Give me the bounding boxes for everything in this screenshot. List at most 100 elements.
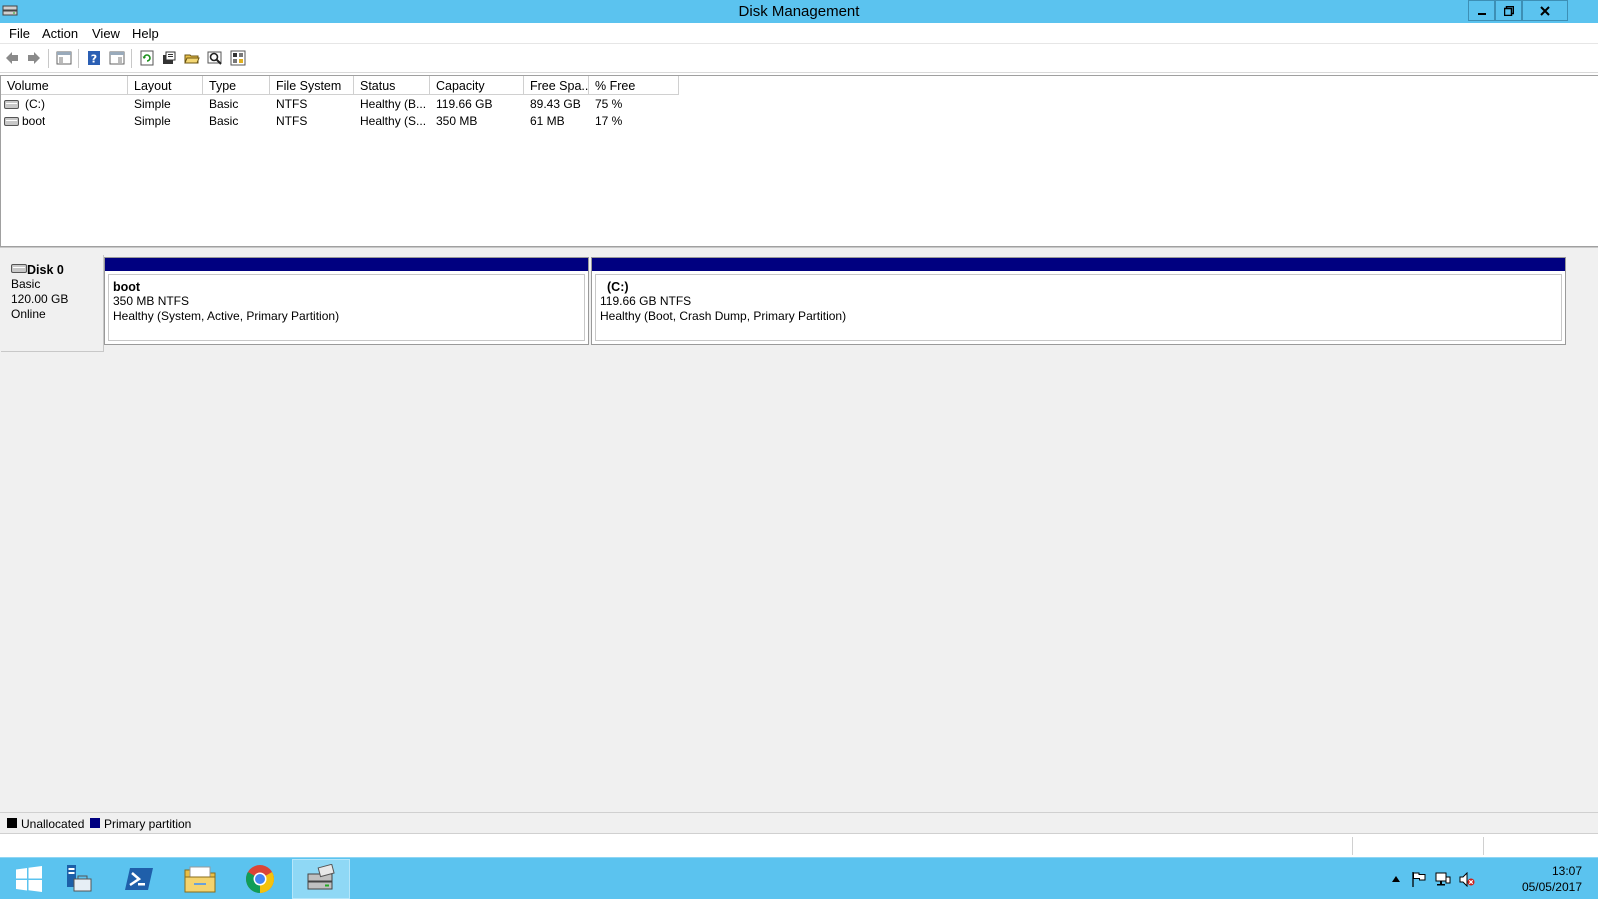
volume-drive-icon [4, 117, 19, 126]
show-hide-console-tree-button[interactable] [55, 49, 73, 67]
settings-button[interactable] [229, 49, 247, 67]
show-hide-action-pane-button[interactable] [108, 49, 126, 67]
menu-file[interactable]: File [9, 26, 30, 41]
chrome-icon [246, 865, 274, 893]
partition-size: 119.66 GB NTFS [600, 294, 692, 308]
volume-free-space: 89.43 GB [530, 97, 581, 111]
primary-partition-swatch [90, 818, 100, 828]
column-header-file-system[interactable]: File System [270, 76, 354, 95]
folder-icon [184, 866, 216, 893]
flag-icon [1412, 871, 1426, 887]
partition-name: boot [113, 280, 141, 294]
column-header-type[interactable]: Type [203, 76, 270, 95]
volume-file-system: NTFS [276, 97, 308, 111]
partition-details: boot 350 MB NTFS Healthy (System, Active… [108, 274, 585, 341]
column-header-free-space[interactable]: Free Spa... [524, 76, 589, 95]
disk-management-icon [307, 864, 335, 890]
status-bar-separator [1483, 837, 1484, 855]
partition-status: Healthy (System, Active, Primary Partiti… [113, 309, 340, 323]
properties-icon [163, 51, 176, 64]
close-button[interactable] [1522, 0, 1568, 21]
column-header-capacity[interactable]: Capacity [430, 76, 524, 95]
close-icon [1540, 5, 1550, 16]
forward-button[interactable] [25, 49, 43, 67]
table-row[interactable]: boot Simple Basic NTFS Healthy (S... 350… [1, 113, 1598, 130]
status-bar [0, 833, 1598, 857]
disk-size: 120.00 GB [11, 292, 69, 306]
clock[interactable]: 13:07 05/05/2017 [1522, 863, 1582, 895]
toolbar-separator [78, 49, 79, 68]
disk-0-label[interactable]: Disk 0 Basic 120.00 GB Online [1, 255, 104, 352]
volume-file-system: NTFS [276, 114, 308, 128]
powershell-icon [125, 868, 153, 890]
disk-name: Disk 0 [27, 263, 64, 277]
volume-name: boot [22, 114, 46, 128]
status-bar-separator [1352, 837, 1353, 855]
minimize-button[interactable] [1468, 0, 1495, 21]
graphical-disk-view: Disk 0 Basic 120.00 GB Online boot 350 M… [0, 251, 1598, 812]
chrome-app[interactable] [231, 859, 289, 899]
help-icon: ? [88, 51, 100, 66]
taskbar: 13:07 05/05/2017 [0, 857, 1598, 899]
volume-percent-free: 75 % [595, 97, 623, 111]
volume-type: Basic [209, 97, 239, 111]
partition-c[interactable]: (C:) 119.66 GB NTFS Healthy (Boot, Crash… [591, 257, 1566, 345]
settings-icon [230, 50, 246, 66]
restore-icon [1503, 5, 1514, 16]
volume-drive-icon [4, 100, 19, 109]
help-button[interactable]: ? [85, 49, 103, 67]
window-title: Disk Management [738, 3, 860, 20]
volume-name: (C:) [25, 97, 45, 111]
server-manager-app[interactable] [49, 859, 107, 899]
volume-percent-free: 17 % [595, 114, 623, 128]
rescan-disks-icon [207, 51, 222, 65]
volume-status: Healthy (B... [360, 97, 427, 111]
table-row[interactable]: (C:) Simple Basic NTFS Healthy (B... 119… [1, 96, 1598, 113]
disk-management-app[interactable] [292, 859, 350, 899]
file-explorer-app[interactable] [171, 859, 229, 899]
action-center-button[interactable] [1411, 871, 1427, 887]
refresh-button[interactable] [138, 49, 156, 67]
column-header-percent-free[interactable]: % Free [589, 76, 679, 95]
refresh-icon [140, 50, 154, 66]
partition-name: (C:) [607, 280, 629, 294]
back-arrow-icon [6, 52, 18, 64]
primary-partition-bar [592, 258, 1565, 271]
powershell-app[interactable] [110, 859, 168, 899]
disk-drive-icon [11, 264, 27, 273]
volume-muted-button[interactable] [1459, 871, 1475, 887]
column-header-status[interactable]: Status [354, 76, 430, 95]
toolbar-separator [48, 49, 49, 68]
windows-logo-icon [16, 866, 42, 892]
show-hidden-icons-button[interactable] [1388, 871, 1404, 887]
menu-help[interactable]: Help [132, 26, 159, 41]
properties-button[interactable] [160, 49, 178, 67]
speaker-muted-icon [1459, 871, 1475, 887]
title-bar: Disk Management [0, 0, 1598, 23]
show-hide-console-tree-icon [56, 51, 72, 65]
partition-boot[interactable]: boot 350 MB NTFS Healthy (System, Active… [104, 257, 589, 345]
open-button[interactable] [183, 49, 201, 67]
menu-view[interactable]: View [92, 26, 120, 41]
svg-text:?: ? [91, 53, 97, 66]
disk-type: Basic [11, 277, 41, 291]
show-hide-action-pane-icon [109, 51, 125, 65]
volume-list: Volume Layout Type File System Status Ca… [0, 75, 1598, 247]
forward-arrow-icon [28, 52, 40, 64]
rescan-disks-button[interactable] [206, 49, 224, 67]
back-button[interactable] [3, 49, 21, 67]
primary-partition-bar [105, 258, 588, 271]
network-button[interactable] [1435, 871, 1451, 887]
disk-title: Disk 0 [11, 263, 103, 277]
menu-action[interactable]: Action [42, 26, 78, 41]
column-header-volume[interactable]: Volume [1, 76, 128, 95]
column-header-layout[interactable]: Layout [128, 76, 203, 95]
partition-details: (C:) 119.66 GB NTFS Healthy (Boot, Crash… [595, 274, 1562, 341]
partition-status: Healthy (Boot, Crash Dump, Primary Parti… [600, 309, 847, 323]
legend: Unallocated Primary partition [0, 812, 1598, 833]
restore-button[interactable] [1495, 0, 1522, 21]
clock-time: 13:07 [1551, 864, 1582, 878]
unallocated-swatch [7, 818, 17, 828]
network-icon [1435, 872, 1451, 885]
legend-primary-partition: Primary partition [104, 817, 192, 831]
